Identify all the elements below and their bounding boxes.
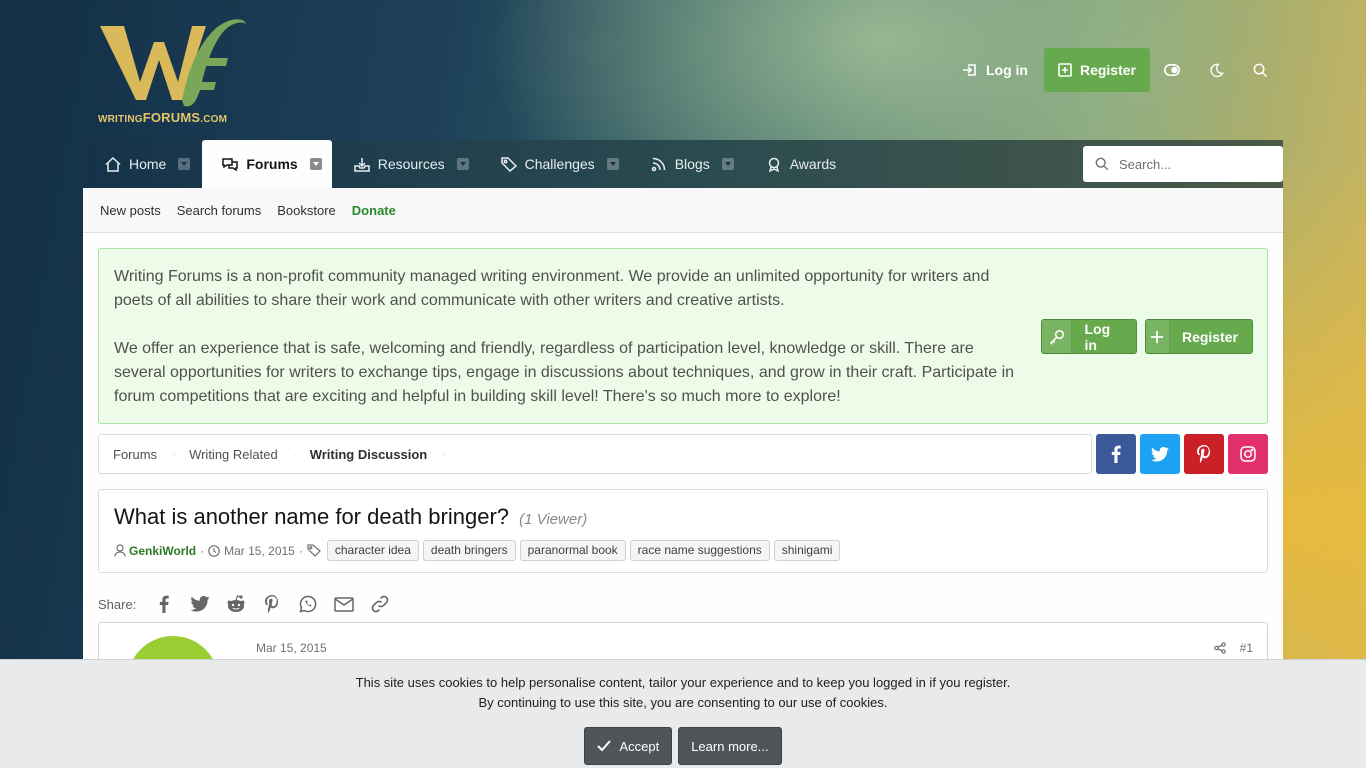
tags-icon [307, 544, 321, 557]
nav-search-input[interactable]: Search... [1083, 146, 1283, 182]
reddit-icon [227, 595, 245, 612]
dark-mode-button[interactable] [1194, 48, 1238, 92]
tag-item[interactable]: shinigami [773, 540, 841, 561]
share-whatsapp-button[interactable] [290, 595, 326, 613]
user-icon [114, 544, 126, 557]
tab-blogs[interactable]: Blogs [629, 140, 744, 188]
header-login-button[interactable]: Log in [950, 48, 1040, 92]
share-pinterest-button[interactable] [254, 595, 290, 613]
header-actions: Log in Register [950, 48, 1282, 92]
search-icon [1253, 63, 1267, 77]
login-icon [962, 64, 976, 76]
email-icon [334, 596, 355, 612]
link-icon [371, 595, 389, 613]
tab-forums[interactable]: Forums [202, 140, 332, 188]
main-nav: Home Forums Resources Challenges Blogs A… [83, 140, 1283, 188]
style-toggle-button[interactable] [1150, 48, 1194, 92]
twitter-button[interactable] [1140, 434, 1180, 474]
logo-wordmark: WRITINGFORUMS.COM [98, 110, 228, 125]
share-icon[interactable] [1213, 642, 1226, 654]
key-icon [1042, 320, 1073, 353]
welcome-notice: Writing Forums is a non-profit community… [98, 248, 1268, 424]
tab-challenges[interactable]: Challenges [479, 140, 629, 188]
thread-header: What is another name for death bringer? … [98, 489, 1268, 573]
whatsapp-icon [299, 595, 317, 613]
share-facebook-button[interactable] [146, 595, 182, 613]
home-icon [105, 156, 121, 172]
breadcrumb-writing-related[interactable]: Writing Related [175, 435, 296, 473]
instagram-icon [1240, 446, 1256, 462]
search-icon [1095, 157, 1109, 171]
share-reddit-button[interactable] [218, 595, 254, 613]
twitter-icon [1151, 446, 1169, 462]
facebook-icon [160, 595, 170, 613]
cookie-buttons: Accept Learn more... [0, 727, 1366, 765]
challenges-dropdown-toggle[interactable] [606, 158, 619, 170]
cookie-notice: This site uses cookies to help personali… [0, 659, 1366, 768]
notice-login-button[interactable]: Log in [1041, 319, 1137, 354]
share-email-button[interactable] [326, 596, 362, 612]
blogs-dropdown-toggle[interactable] [721, 158, 734, 170]
tag-item[interactable]: race name suggestions [629, 540, 770, 561]
viewer-count: (1 Viewer) [519, 511, 588, 528]
sub-nav: New posts Search forums Bookstore Donate [83, 188, 1283, 233]
forums-icon [222, 157, 239, 171]
pinterest-icon [265, 595, 279, 613]
home-dropdown-toggle[interactable] [178, 158, 191, 170]
share-link-button[interactable] [362, 595, 398, 613]
thread-meta: GenkiWorld · Mar 15, 2015 · character id… [114, 540, 844, 561]
pinterest-icon [1197, 445, 1211, 463]
cookie-accept-button[interactable]: Accept [584, 727, 673, 765]
tag-item[interactable]: character idea [326, 540, 419, 561]
header-search-button[interactable] [1238, 48, 1282, 92]
cookie-learn-more-button[interactable]: Learn more... [678, 727, 782, 765]
post-date[interactable]: Mar 15, 2015 [256, 641, 327, 655]
notice-text: Writing Forums is a non-profit community… [114, 268, 1015, 405]
post-number: #1 [1213, 641, 1253, 655]
share-bar: Share: [98, 595, 398, 613]
notice-register-button[interactable]: Register [1145, 319, 1253, 354]
share-twitter-button[interactable] [182, 596, 218, 612]
facebook-button[interactable] [1096, 434, 1136, 474]
header-register-button[interactable]: Register [1043, 48, 1150, 92]
tag-icon [500, 156, 517, 172]
breadcrumb: Forums Writing Related Writing Discussio… [98, 434, 1092, 474]
thread-title: What is another name for death bringer? … [114, 504, 588, 529]
clock-icon [208, 544, 220, 557]
tab-home[interactable]: Home [83, 140, 200, 188]
resources-dropdown-toggle[interactable] [456, 158, 469, 170]
facebook-icon [1111, 445, 1121, 463]
subnav-bookstore[interactable]: Bookstore [277, 203, 336, 218]
rss-icon [651, 157, 665, 171]
subnav-search-forums[interactable]: Search forums [177, 203, 262, 218]
register-icon [1058, 63, 1072, 77]
tag-item[interactable]: death bringers [422, 540, 516, 561]
thread-author[interactable]: GenkiWorld [129, 544, 196, 558]
resources-icon [353, 157, 370, 172]
breadcrumb-writing-discussion[interactable]: Writing Discussion [296, 435, 446, 473]
toggle-icon [1164, 64, 1180, 76]
cookie-text: This site uses cookies to help personali… [355, 675, 1011, 710]
forums-dropdown-toggle[interactable] [309, 158, 322, 170]
tab-resources[interactable]: Resources [332, 140, 479, 188]
tag-item[interactable]: paranormal book [519, 540, 626, 561]
twitter-icon [190, 596, 210, 612]
check-icon [597, 740, 612, 752]
subnav-donate[interactable]: Donate [352, 203, 396, 218]
pinterest-button[interactable] [1184, 434, 1224, 474]
tab-awards[interactable]: Awards [744, 140, 846, 188]
instagram-button[interactable] [1228, 434, 1268, 474]
thread-date[interactable]: Mar 15, 2015 [224, 544, 295, 558]
award-icon [768, 157, 779, 172]
moon-icon [1209, 63, 1224, 77]
subnav-new-posts[interactable]: New posts [100, 203, 161, 218]
breadcrumb-forums[interactable]: Forums [99, 435, 175, 473]
plus-icon [1146, 320, 1170, 353]
